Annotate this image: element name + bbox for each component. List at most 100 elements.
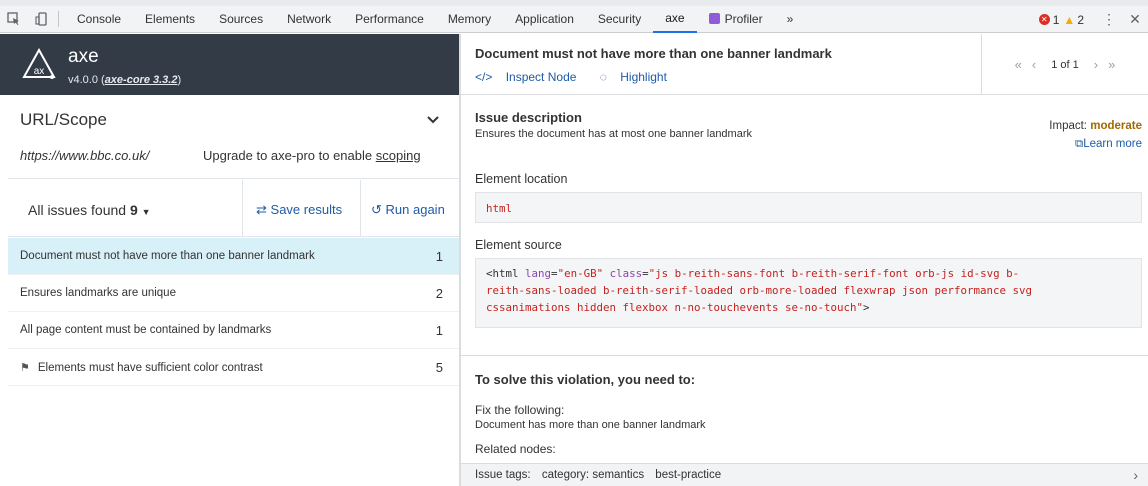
axe-version: v4.0.0 (axe-core 3.3.2) — [68, 74, 181, 86]
issue-count: 5 — [435, 359, 443, 375]
tag-item: category: semantics — [541, 469, 645, 481]
chevron-down-icon[interactable] — [426, 112, 440, 130]
axe-app-name: axe — [68, 46, 99, 67]
found-label: found — [91, 202, 127, 218]
impact-label: Impact: — [1049, 120, 1088, 132]
error-count: 1 — [1052, 12, 1060, 27]
tab-axe[interactable]: axe — [653, 6, 697, 33]
issues-count: 9 — [129, 202, 138, 218]
issue-row-banner-landmark[interactable]: Document must not have more than one ban… — [8, 238, 459, 275]
toolbar-divider — [360, 180, 361, 237]
axe-logo-icon: ax — [22, 48, 56, 79]
scope-url: https://www.bbc.co.uk/ — [20, 148, 150, 163]
inspect-links: </> Inspect Node ◌ Highlight — [475, 70, 687, 84]
source-attr: lang — [525, 267, 552, 280]
save-results-button[interactable]: ⇄ Save results — [256, 202, 342, 218]
issue-label: Document must not have more than one ban… — [20, 250, 315, 262]
run-again-button[interactable]: ↺ Run again — [371, 202, 445, 218]
inspect-node-label: Inspect Node — [505, 70, 577, 84]
issue-detail-header: Document must not have more than one ban… — [461, 34, 1148, 95]
run-again-label: Run again — [385, 202, 445, 217]
issue-tags: Issue tags: category: semantics best-pra… — [475, 469, 721, 481]
last-page-icon[interactable]: » — [1108, 57, 1115, 72]
issues-counter[interactable]: ✕ 1 ▲ 2 — [1038, 12, 1084, 27]
source-value: "en-GB" — [557, 267, 604, 280]
issue-label-wrap: ⚑ Elements must have sufficient color con… — [20, 361, 263, 374]
issue-label: Ensures landmarks are unique — [20, 287, 176, 299]
solve-title: To solve this violation, you need to: — [475, 372, 696, 387]
issue-row-landmarks-unique[interactable]: Ensures landmarks are unique 2 — [8, 275, 459, 312]
issue-count: 1 — [435, 322, 443, 338]
description-title: Issue description — [475, 110, 582, 125]
prev-page-icon[interactable]: ‹ — [1032, 57, 1036, 72]
highlight-label: Highlight — [620, 70, 667, 84]
refresh-icon: ↺ — [371, 202, 382, 217]
scope-title: URL/Scope — [20, 110, 107, 129]
inspect-node-link[interactable]: </> Inspect Node — [475, 70, 586, 84]
upgrade-prefix: Upgrade to axe-pro to enable — [203, 148, 376, 163]
scoping-link[interactable]: scoping — [376, 148, 421, 163]
external-link-icon: ⧉ — [1074, 138, 1084, 150]
source-line: reith-sans-loaded b-reith-serif-loaded o… — [486, 284, 1033, 297]
issues-toolbar: All issues found 9 ▼ ⇄ Save results ↺ Ru… — [8, 180, 459, 237]
impact: Impact: moderate — [1049, 120, 1142, 132]
upgrade-text: Upgrade to axe-pro to enable scoping — [203, 148, 421, 163]
issue-tags-bar[interactable]: Issue tags: category: semantics best-pra… — [461, 463, 1148, 486]
code-icon: </> — [475, 70, 493, 84]
url-scope-panel: URL/Scope https://www.bbc.co.uk/ Upgrade… — [8, 96, 459, 179]
version-prefix: v4.0.0 ( — [68, 74, 105, 86]
chevron-right-icon[interactable]: › — [1133, 467, 1138, 483]
source-value: cssanimations hidden flexbox n-no-touche… — [486, 301, 864, 314]
highlight-icon: ◌ — [599, 70, 607, 84]
tab-performance[interactable]: Performance — [343, 6, 436, 33]
profiler-icon — [708, 12, 720, 24]
device-toolbar-icon[interactable] — [28, 6, 56, 33]
element-source-code: <html lang="en-GB" class="js b-reith-san… — [475, 258, 1142, 328]
version-suffix: ) — [177, 74, 182, 86]
tag-item: best-practice — [655, 469, 722, 481]
fix-text: Document has more than one banner landma… — [475, 419, 706, 431]
close-icon[interactable]: ✕ — [1122, 11, 1148, 28]
tab-application[interactable]: Application — [503, 6, 586, 33]
toolbar-separator — [58, 11, 59, 27]
fix-label: Fix the following: — [475, 403, 565, 417]
location-selector: html — [486, 202, 513, 215]
tags-label: Issue tags: — [475, 469, 531, 481]
save-results-label: Save results — [270, 202, 343, 217]
tab-sources[interactable]: Sources — [207, 6, 275, 33]
issue-label: Elements must have sufficient color cont… — [37, 361, 263, 374]
first-page-icon[interactable]: « — [1015, 57, 1022, 72]
issue-row-color-contrast[interactable]: ⚑ Elements must have sufficient color con… — [8, 349, 459, 386]
learn-more-label: Learn more — [1083, 138, 1142, 150]
issue-list: Document must not have more than one ban… — [8, 238, 459, 386]
all-issues-label: All issues — [28, 202, 88, 218]
toolbar-divider — [242, 180, 243, 237]
tab-console[interactable]: Console — [65, 6, 133, 33]
more-tabs-button[interactable]: » — [775, 6, 806, 33]
devtools-right-controls: ✕ 1 ▲ 2 ⋮ ✕ — [1038, 6, 1148, 33]
swap-icon: ⇄ — [256, 202, 267, 217]
learn-more-link[interactable]: ⧉Learn more — [1075, 138, 1142, 151]
element-location-label: Element location — [475, 172, 568, 186]
tab-network[interactable]: Network — [275, 6, 343, 33]
issue-row-content-in-landmarks[interactable]: All page content must be contained by la… — [8, 312, 459, 349]
source-attr: class — [609, 267, 643, 280]
tab-security[interactable]: Security — [586, 6, 653, 33]
next-page-icon[interactable]: › — [1094, 57, 1098, 72]
solve-section: To solve this violation, you need to: Fi… — [461, 355, 1148, 463]
kebab-menu-icon[interactable]: ⋮ — [1096, 11, 1122, 28]
issue-count: 1 — [435, 248, 443, 264]
description-text: Ensures the document has at most one ban… — [475, 128, 752, 140]
issue-count: 2 — [435, 285, 443, 301]
highlight-link[interactable]: ◌ Highlight — [600, 70, 677, 84]
related-nodes-label: Related nodes: — [475, 442, 556, 456]
all-issues-dropdown[interactable]: All issues found 9 ▼ — [28, 202, 151, 218]
tab-memory[interactable]: Memory — [436, 6, 503, 33]
flag-icon: ⚑ — [20, 361, 30, 374]
source-tag: <html — [486, 267, 519, 280]
tab-elements[interactable]: Elements — [133, 6, 207, 33]
axe-core-link[interactable]: axe-core 3.3.2 — [105, 74, 178, 86]
inspect-element-icon[interactable] — [0, 6, 28, 33]
tab-profiler-label: Profiler — [724, 11, 763, 26]
tab-profiler[interactable]: Profiler — [697, 6, 775, 33]
